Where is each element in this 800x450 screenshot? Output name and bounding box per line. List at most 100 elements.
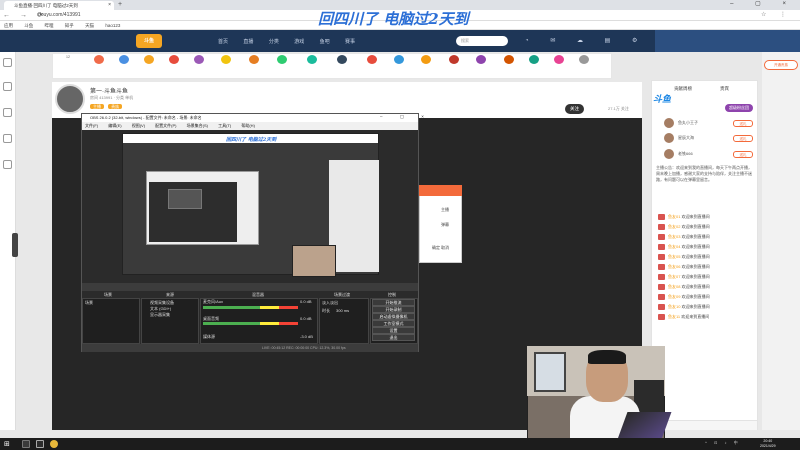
rank-button[interactable]: 送礼 — [733, 135, 753, 142]
avatar[interactable] — [664, 118, 674, 128]
toolbar-icons[interactable]: ☆ ⋮ — [761, 11, 792, 18]
exit-button[interactable]: 退出 — [372, 334, 415, 341]
avatar[interactable] — [664, 149, 674, 159]
level-badge-icon — [658, 264, 665, 270]
tab-vip[interactable]: 贵宾 — [720, 86, 729, 92]
gift-icon[interactable] — [212, 55, 240, 66]
menu-item[interactable]: 帮助(H) — [241, 123, 255, 128]
popup-header — [419, 185, 462, 196]
gift-icon[interactable] — [385, 55, 413, 66]
transition-select[interactable]: 淡入淡出 — [322, 300, 338, 306]
level-badge-icon — [658, 284, 665, 290]
nav-item[interactable]: 首页 — [218, 39, 228, 45]
start-stream-button[interactable]: 开始推流 — [372, 299, 415, 306]
audio-meter — [203, 306, 298, 309]
gift-icon[interactable] — [328, 55, 356, 66]
obs-window-controls[interactable]: – ▢ × — [380, 114, 432, 120]
gift-icon[interactable] — [85, 55, 113, 66]
preview-webcam — [292, 245, 336, 277]
nav-item[interactable]: 直播 — [243, 39, 253, 45]
gift-icon[interactable] — [440, 55, 468, 66]
sidebar-home-icon[interactable] — [3, 58, 12, 67]
noble-button[interactable]: 开通贵族 — [764, 60, 798, 70]
sidebar-game-icon[interactable] — [3, 134, 12, 143]
nav-item[interactable]: 鱼吧 — [320, 39, 330, 45]
search-input[interactable]: 搜索 — [456, 36, 508, 46]
menu-item[interactable]: 编辑(E) — [108, 123, 121, 128]
start-icon[interactable]: ⊞ — [4, 440, 10, 448]
browser-tab[interactable]: 斗鱼直播·回四川了 电脑过2天到 × — [4, 1, 114, 10]
menu-item[interactable]: 配置文件(P) — [155, 123, 176, 128]
search-icon[interactable] — [22, 440, 30, 448]
audio-meter — [203, 322, 298, 325]
gift-icon[interactable] — [545, 55, 573, 66]
obs-dock-bar — [82, 283, 418, 291]
far-right-bar — [762, 52, 800, 430]
follow-button[interactable]: 关注 — [565, 104, 584, 114]
nav-item[interactable]: 赛事 — [345, 39, 355, 45]
gift-icon[interactable] — [412, 55, 440, 66]
gift-icon[interactable] — [268, 55, 296, 66]
gift-icon[interactable] — [570, 55, 598, 66]
rank-button[interactable]: 送礼 — [733, 151, 753, 158]
settings-button[interactable]: 设置 — [372, 327, 415, 334]
system-tray[interactable]: ^ ⊡ ♪ 中 — [705, 440, 741, 446]
popup-actions[interactable]: 确定 取消 — [432, 245, 449, 251]
menu-item[interactable]: 场景集合(S) — [187, 123, 208, 128]
source-item[interactable]: 显示器采集 — [150, 312, 170, 318]
sidebar-follow-icon[interactable] — [3, 82, 12, 91]
bookmark-item[interactable]: 斗鱼 — [24, 23, 33, 28]
address-bar[interactable]: douyu.com/413991 — [38, 12, 81, 18]
fan-club-badge[interactable]: 超级粉丝团 — [725, 104, 753, 112]
header-banner[interactable] — [655, 30, 800, 52]
gift-icon[interactable] — [298, 55, 326, 66]
chat-message: 鱼友10 欢迎来到直播间 — [668, 304, 710, 309]
gift-icon[interactable] — [240, 55, 268, 66]
sidebar-video-icon[interactable] — [3, 160, 12, 169]
level-badge-icon — [658, 274, 665, 280]
bookmark-item[interactable]: 天猫 — [85, 23, 94, 28]
tab-close-icon[interactable]: × — [108, 1, 111, 10]
bookmark-item[interactable]: 知乎 — [65, 23, 74, 28]
avatar[interactable] — [55, 84, 85, 114]
obs-taskbar-icon[interactable] — [36, 440, 44, 448]
gift-icon[interactable] — [185, 55, 213, 66]
preview-overlay-title: 回四川了 电脑过2天到 — [226, 137, 277, 143]
site-logo[interactable]: 斗鱼 — [136, 34, 162, 48]
avatar[interactable] — [664, 133, 674, 143]
bookmark-item[interactable]: hao123 — [105, 23, 120, 28]
sidebar-category-icon[interactable] — [3, 108, 12, 117]
nav-item[interactable]: 游戏 — [294, 39, 304, 45]
nav-item[interactable]: 分类 — [269, 39, 279, 45]
bookmark-item[interactable]: 应用 — [4, 23, 13, 28]
start-record-button[interactable]: 开始录制 — [372, 306, 415, 313]
announcement: 主播公告：欢迎来到我的直播间，每天下午两点开播，周末晚上加播，感谢大家的支持与陪… — [656, 165, 752, 182]
new-tab-icon[interactable]: + — [118, 1, 122, 8]
menu-item[interactable]: 工具(T) — [218, 123, 231, 128]
studio-mode-button[interactable]: 工作室模式 — [372, 320, 415, 327]
duration-field[interactable]: 300 ms — [336, 308, 349, 313]
gift-icon[interactable] — [467, 55, 495, 66]
bookmark-item[interactable]: 哔哩 — [45, 23, 54, 28]
chat-input[interactable] — [653, 420, 757, 430]
chrome-icon[interactable] — [50, 440, 58, 448]
gift-icon[interactable] — [358, 55, 386, 66]
rank-button[interactable]: 送礼 — [733, 120, 753, 127]
duration-label: 时长 — [322, 308, 330, 313]
window-controls[interactable]: – ▢ × — [730, 0, 796, 7]
scene-item[interactable]: 场景 — [85, 300, 93, 306]
virtual-camera-button[interactable]: 启动虚拟摄像机 — [372, 313, 415, 320]
gift-icon[interactable] — [135, 55, 163, 66]
gift-icon[interactable] — [495, 55, 523, 66]
clock[interactable]: 20:40 2021/4/29 — [760, 439, 776, 449]
header-icons[interactable]: ◔ ✉ ☁ ▤ ⚙ ◉ — [525, 37, 674, 44]
menu-item[interactable]: 视图(V) — [132, 123, 145, 128]
collapse-handle[interactable] — [12, 233, 18, 257]
gift-icon[interactable] — [160, 55, 188, 66]
chat-message: 鱼友03 欢迎来到直播间 — [668, 234, 710, 239]
gift-icon[interactable] — [520, 55, 548, 66]
tab-contribution[interactable]: 贡献周榜 — [674, 86, 692, 92]
menu-item[interactable]: 文件(F) — [85, 123, 98, 128]
gift-icon[interactable] — [110, 55, 138, 66]
chat-message: 鱼友09 欢迎来到直播间 — [668, 294, 710, 299]
